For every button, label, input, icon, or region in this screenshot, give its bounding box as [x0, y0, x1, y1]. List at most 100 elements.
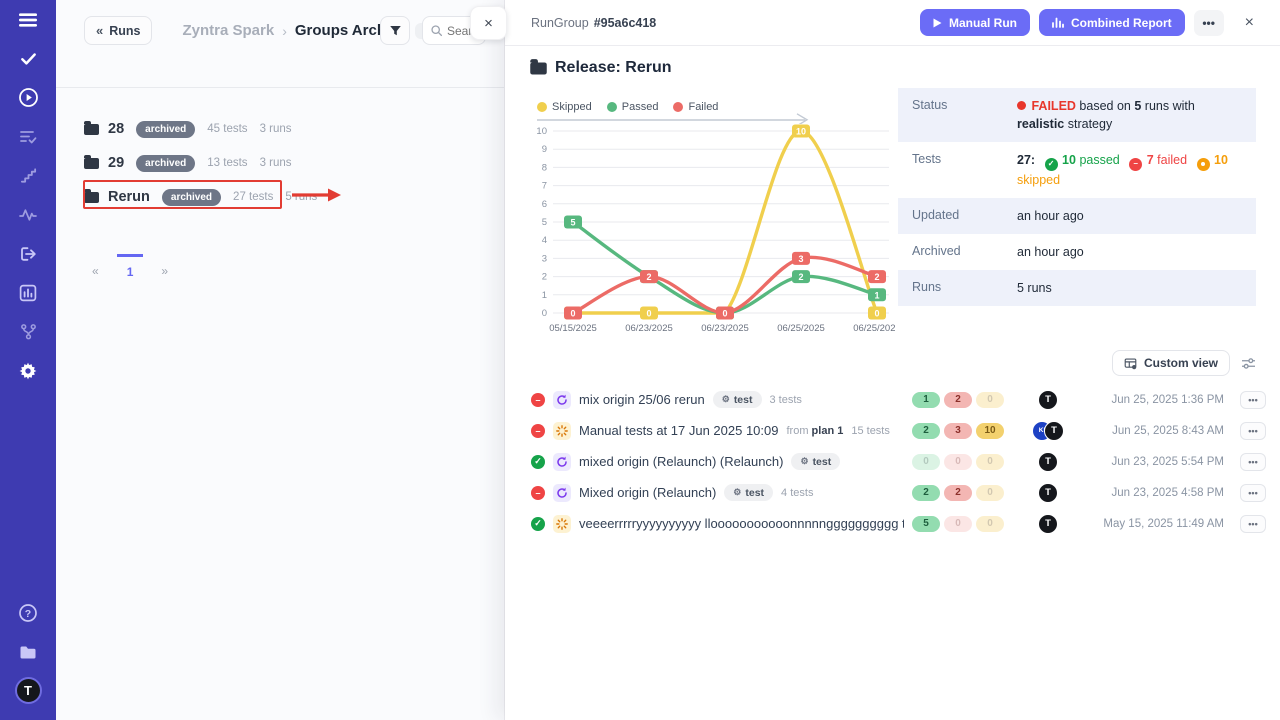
run-result-pills: 120: [912, 392, 1012, 408]
run-date: Jun 23, 2025 5:54 PM: [1084, 456, 1224, 468]
avatar: T: [15, 677, 42, 704]
result-pill-passed: 2: [912, 485, 940, 501]
run-date: May 15, 2025 11:49 AM: [1084, 518, 1224, 530]
run-origin-icon: [553, 484, 571, 502]
panel-close-button[interactable]: ×: [1241, 12, 1258, 34]
custom-view-label: Custom view: [1144, 356, 1218, 370]
info-value-runs: 5 runs: [1017, 279, 1242, 297]
sidebar-item-list-check-icon[interactable]: [0, 117, 56, 156]
run-result-pills: 220: [912, 485, 1012, 501]
sidebar-item-gear-icon[interactable]: [0, 351, 56, 390]
run-name[interactable]: veeeerrrrryyyyyyyyyy llooooooooooonnnnng…: [579, 516, 904, 531]
folder-icon: [530, 62, 547, 74]
run-more-button[interactable]: •••: [1240, 515, 1266, 533]
archived-badge: archived: [136, 121, 195, 138]
run-list-item[interactable]: – Mixed origin (Relaunch) ⚙test 4 tests …: [505, 477, 1280, 508]
info-row-updated: Updated an hour ago: [898, 198, 1256, 234]
run-status-icon: ✓: [531, 455, 545, 469]
svg-text:6: 6: [542, 199, 547, 210]
ellipsis-icon: •••: [1202, 16, 1215, 30]
pagination-next-button[interactable]: »: [153, 254, 176, 278]
run-status-icon: –: [531, 486, 545, 500]
runs-line-chart: 01234567891005/15/202506/23/202506/23/20…: [527, 123, 895, 344]
groups-archive-panel: « Runs Zyntra Spark › Groups Archive 3 2…: [56, 0, 505, 720]
result-pill-failed: 2: [944, 392, 972, 408]
run-avatars: T: [1020, 390, 1076, 410]
run-status-icon: ✓: [531, 517, 545, 531]
app: ? T « Runs Zyntra Spark › Groups Archive…: [0, 0, 1280, 720]
more-actions-button[interactable]: •••: [1194, 10, 1224, 36]
status-runs-count: 5: [1134, 99, 1141, 113]
tests-failed-count: 7: [1147, 153, 1154, 167]
folder-row[interactable]: Rerun archived 27 tests 5 runs: [84, 180, 504, 214]
sidebar-item-steps-icon[interactable]: [0, 156, 56, 195]
failed-minus-icon: –: [1129, 158, 1142, 171]
run-list-item[interactable]: ✓ veeeerrrrryyyyyyyyyy llooooooooooonnnn…: [505, 508, 1280, 539]
manual-run-button[interactable]: Manual Run: [920, 9, 1030, 36]
sidebar-item-play-circle-icon[interactable]: [0, 78, 56, 117]
result-pill-failed: 0: [944, 516, 972, 532]
folder-tests-count: 13 tests: [207, 157, 247, 169]
run-summary: ✓ veeeerrrrryyyyyyyyyy llooooooooooonnnn…: [531, 515, 904, 533]
folder-row[interactable]: 28 archived 45 tests 3 runs: [84, 112, 504, 146]
run-tag: ⚙test: [791, 453, 840, 470]
run-name[interactable]: Manual tests at 17 Jun 2025 10:09: [579, 423, 778, 438]
breadcrumb: Zyntra Spark › Groups Archive 3: [182, 16, 368, 45]
pagination-page-1[interactable]: 1: [117, 254, 144, 279]
run-tag: ⚙test: [724, 484, 773, 501]
run-more-button[interactable]: •••: [1240, 422, 1266, 440]
filter-button[interactable]: [380, 16, 410, 45]
run-summary: – mix origin 25/06 rerun ⚙test 3 tests: [531, 391, 904, 409]
pagination-prev-button[interactable]: «: [84, 254, 107, 278]
status-strategy: realistic: [1017, 117, 1064, 131]
result-pill-skipped: 0: [976, 454, 1004, 470]
run-date: Jun 25, 2025 1:36 PM: [1084, 394, 1224, 406]
sidebar-item-check-icon[interactable]: [0, 39, 56, 78]
folder-icon: [84, 158, 99, 169]
sidebar-item-import-icon[interactable]: [0, 234, 56, 273]
sidebar-user-avatar[interactable]: T: [0, 671, 56, 710]
run-list-item[interactable]: – Manual tests at 17 Jun 2025 10:09 from…: [505, 415, 1280, 446]
hamburger-menu-icon[interactable]: [0, 0, 56, 39]
result-pill-skipped: 10: [976, 423, 1004, 439]
back-to-runs-button[interactable]: « Runs: [84, 16, 152, 45]
run-list-item[interactable]: – mix origin 25/06 rerun ⚙test 3 tests 1…: [505, 384, 1280, 415]
svg-text:4: 4: [542, 235, 547, 246]
status-text: based on: [1079, 99, 1130, 113]
sidebar-item-activity-icon[interactable]: [0, 195, 56, 234]
run-more-button[interactable]: •••: [1240, 391, 1266, 409]
folder-row[interactable]: 29 archived 13 tests 3 runs: [84, 146, 504, 180]
run-name[interactable]: mix origin 25/06 rerun: [579, 392, 705, 407]
status-failed-badge: FAILED: [1031, 99, 1075, 113]
sidebar-item-folder-icon[interactable]: [0, 632, 56, 671]
tests-skipped-count: 10: [1214, 153, 1228, 167]
sidebar-item-bar-chart-icon[interactable]: [0, 273, 56, 312]
run-name[interactable]: Mixed origin (Relaunch): [579, 485, 716, 500]
list-toolbar: Custom view: [1112, 350, 1256, 376]
sidebar-bottom-icons: ?: [0, 593, 56, 671]
breadcrumb-parent[interactable]: Zyntra Spark: [182, 22, 274, 39]
run-list-item[interactable]: ✓ mixed origin (Relaunch) (Relaunch) ⚙te…: [505, 446, 1280, 477]
result-pill-passed: 0: [912, 454, 940, 470]
run-more-button[interactable]: •••: [1240, 484, 1266, 502]
run-name[interactable]: mixed origin (Relaunch) (Relaunch): [579, 454, 783, 469]
rungroup-id: #95a6c418: [594, 16, 657, 30]
custom-view-button[interactable]: Custom view: [1112, 350, 1230, 376]
drawer-close-button[interactable]: ×: [470, 6, 507, 40]
gear-icon: ⚙: [733, 487, 741, 498]
tests-skipped-word: skipped: [1017, 173, 1060, 187]
failed-dot-icon: [1017, 101, 1026, 110]
avatar: T: [1038, 483, 1058, 503]
status-text: runs with: [1145, 99, 1195, 113]
filter-sliders-icon[interactable]: [1241, 357, 1256, 370]
svg-text:9: 9: [542, 144, 547, 155]
run-status-icon: –: [531, 424, 545, 438]
passed-check-icon: ✓: [1045, 158, 1058, 171]
sidebar-item-branch-icon[interactable]: [0, 312, 56, 351]
run-result-pills: 000: [912, 454, 1012, 470]
run-more-button[interactable]: •••: [1240, 453, 1266, 471]
sidebar-item-help-icon[interactable]: ?: [0, 593, 56, 632]
combined-report-button[interactable]: Combined Report: [1039, 9, 1185, 36]
table-settings-icon: [1124, 357, 1137, 370]
svg-text:1: 1: [874, 290, 879, 300]
